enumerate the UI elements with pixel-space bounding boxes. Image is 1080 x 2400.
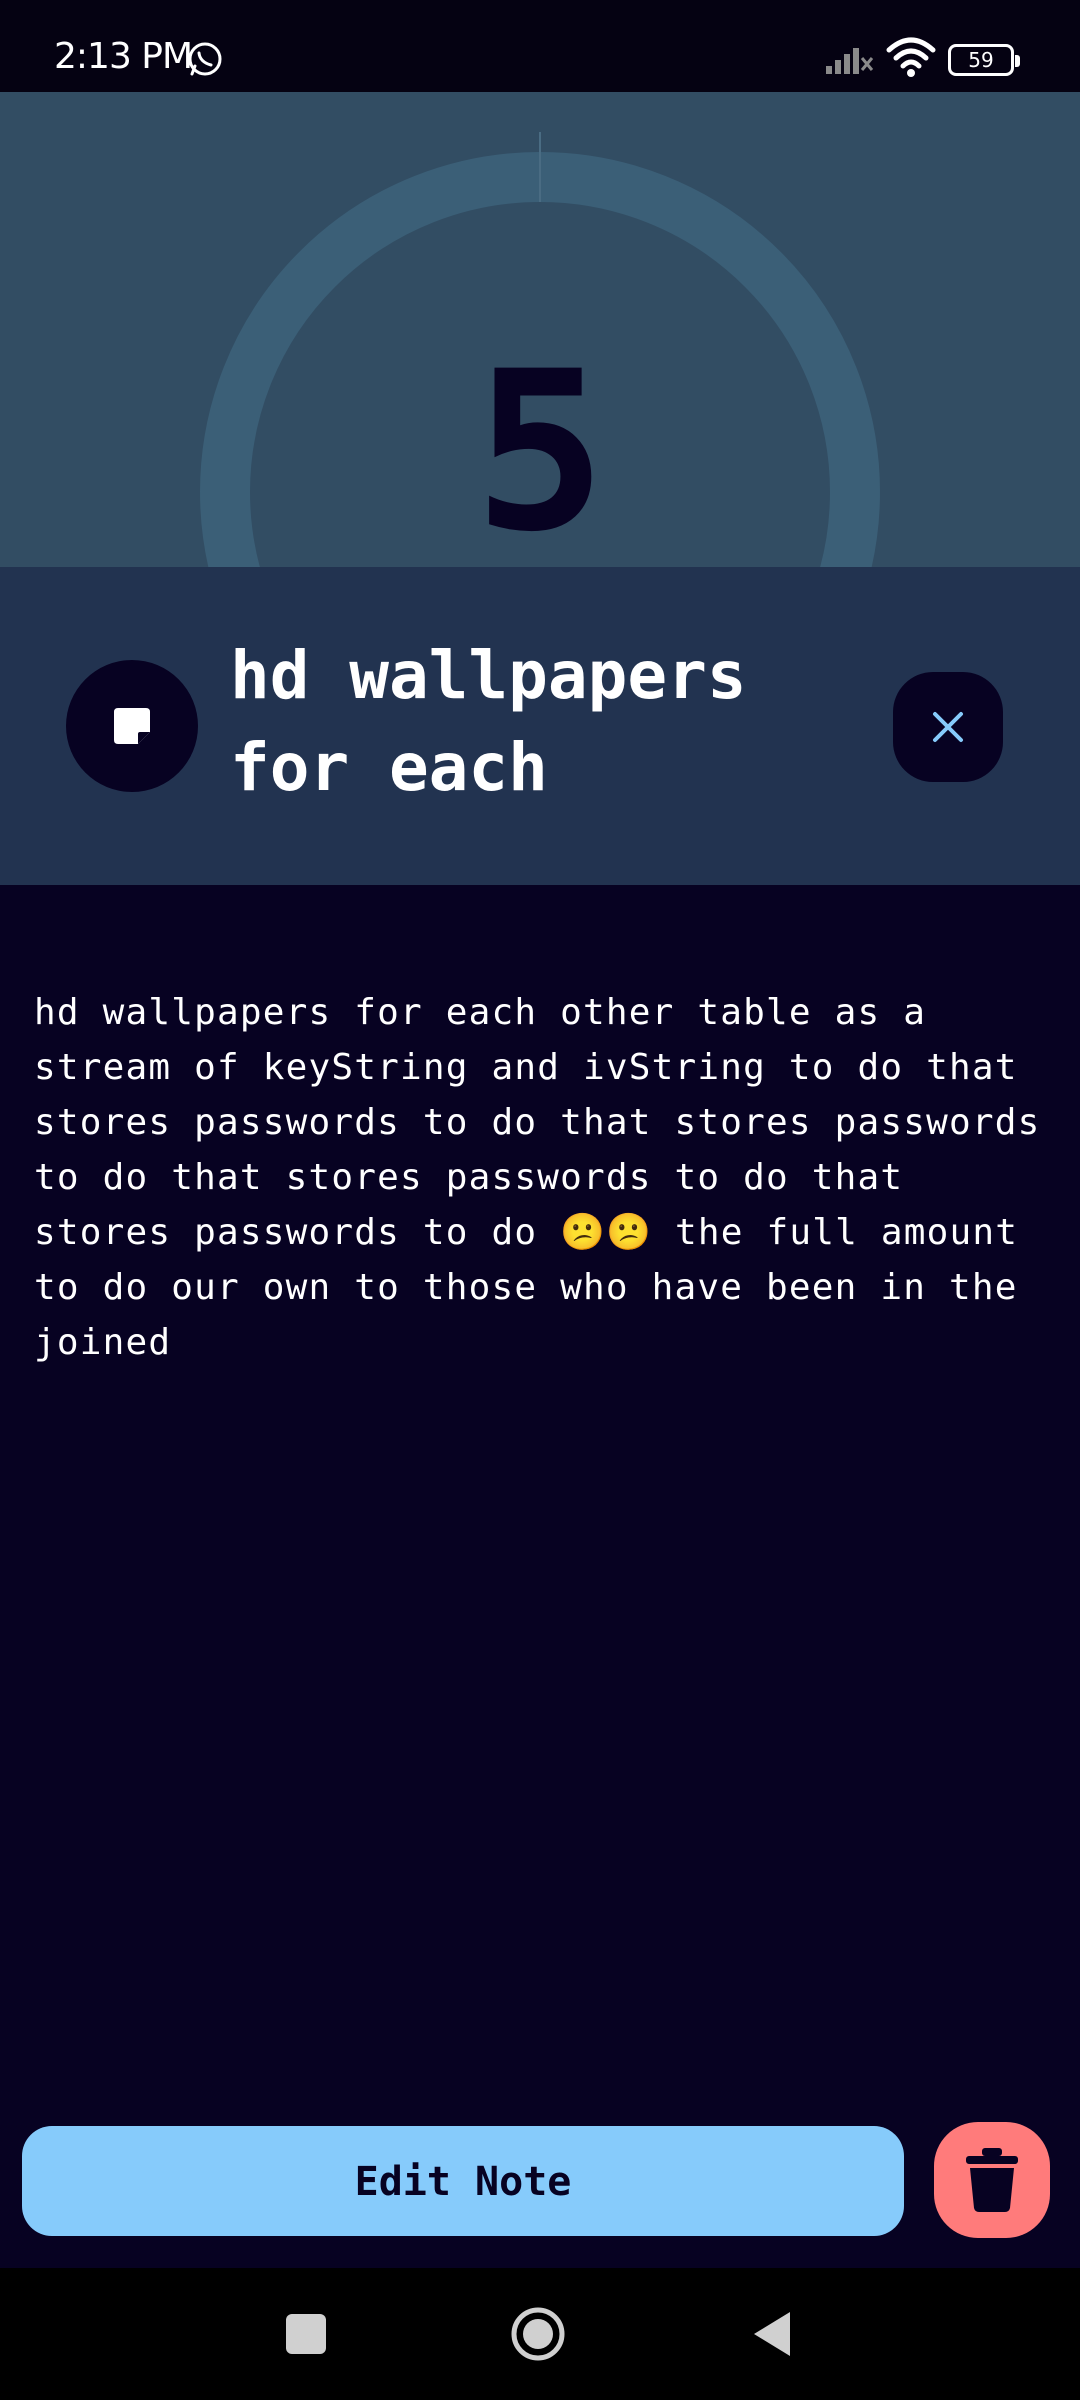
- battery-icon: 59: [948, 44, 1020, 76]
- note-icon-badge: [66, 660, 198, 792]
- status-bar: 2:13 PM 59: [0, 0, 1080, 92]
- delete-button[interactable]: [934, 2122, 1050, 2238]
- edit-note-button[interactable]: Edit Note: [22, 2126, 904, 2236]
- status-time: 2:13 PM: [54, 36, 193, 77]
- note-title: hd wallpapers for each: [230, 637, 747, 806]
- note-detail-screen: 2:13 PM 59 5 hd wallpapers for each hd w…: [0, 0, 1080, 2400]
- note-count: 5: [473, 324, 607, 567]
- close-icon: [933, 712, 963, 742]
- whatsapp-icon: [188, 42, 222, 76]
- home-icon[interactable]: [510, 2306, 566, 2362]
- note-header: 5: [0, 92, 1080, 567]
- battery-level: 59: [968, 48, 994, 72]
- back-icon[interactable]: [752, 2310, 792, 2358]
- trash-icon: [966, 2148, 1018, 2212]
- wifi-icon: [886, 37, 936, 77]
- recents-icon[interactable]: [286, 2314, 326, 2354]
- close-button[interactable]: [893, 672, 1003, 782]
- note-body: hd wallpapers for each other table as a …: [34, 992, 1064, 1363]
- signal-icon: [826, 48, 874, 74]
- sticky-note-icon: [114, 708, 150, 744]
